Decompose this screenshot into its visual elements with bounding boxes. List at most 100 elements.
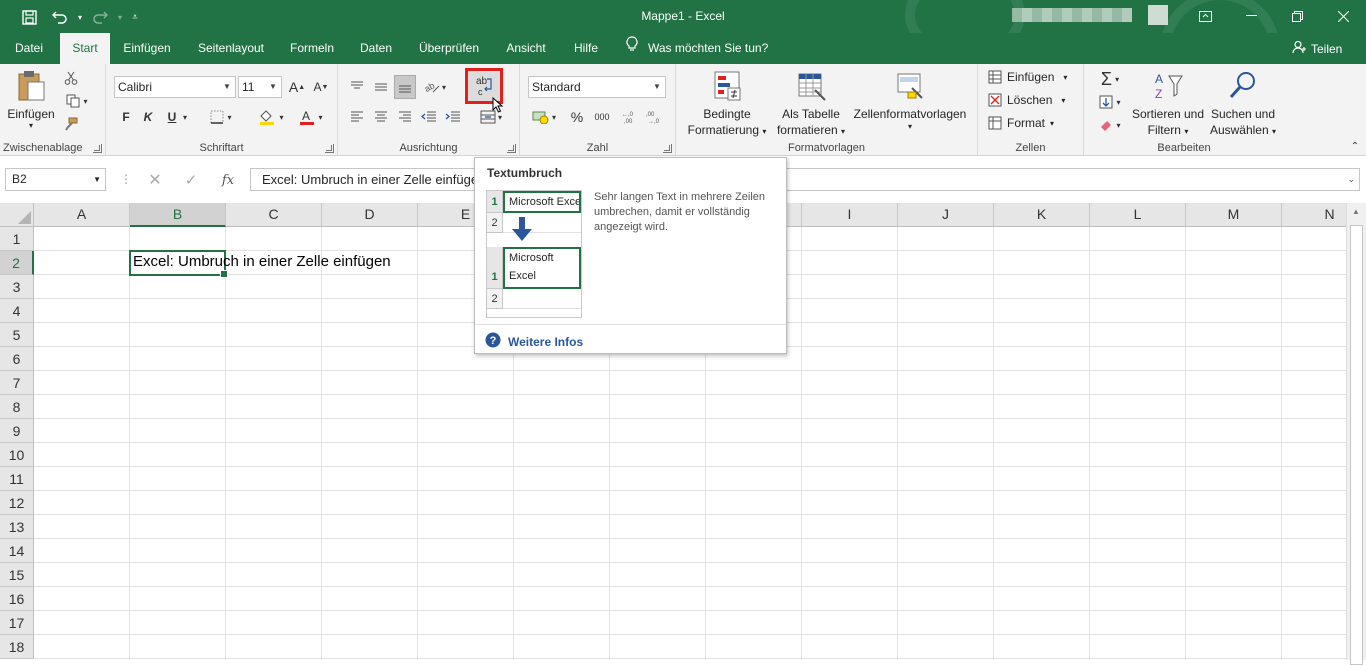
dialog-launcher-icon[interactable]	[325, 144, 334, 153]
format-painter-icon[interactable]	[62, 114, 80, 134]
column-header[interactable]: A	[34, 203, 130, 227]
paste-button[interactable]: Einfügen ▾	[6, 70, 56, 130]
scrollbar-thumb[interactable]	[1350, 225, 1363, 665]
increase-font-size-icon[interactable]: A ▲	[286, 77, 308, 97]
cell-styles-button[interactable]: Zellenformatvorlagen ▾	[848, 70, 972, 132]
share-button[interactable]: Teilen	[1292, 33, 1342, 64]
row-header[interactable]: 17	[0, 611, 34, 635]
dialog-launcher-icon[interactable]	[507, 144, 516, 153]
sort-filter-button[interactable]: AZ Sortieren und Filtern ▾	[1130, 70, 1206, 140]
decrease-indent-icon[interactable]	[418, 106, 440, 128]
align-middle-icon[interactable]	[370, 76, 392, 98]
font-size-dropdown[interactable]: 11 ▼	[238, 76, 282, 98]
accounting-format-icon[interactable]: ▾	[528, 106, 560, 128]
bold-button[interactable]: F	[118, 107, 134, 127]
tab-hilfe[interactable]: Hilfe	[564, 33, 608, 64]
fill-icon[interactable]: ▾	[1092, 92, 1128, 112]
find-select-button[interactable]: Suchen und Auswählen ▾	[1206, 70, 1280, 140]
conditional-formatting-button[interactable]: Bedingte Formatierung ▾	[682, 70, 772, 140]
dialog-launcher-icon[interactable]	[663, 144, 672, 153]
row-header[interactable]: 2	[0, 251, 34, 275]
insert-cells-button[interactable]: Einfügen ▾	[988, 70, 1067, 84]
clear-icon[interactable]: ▾	[1092, 115, 1128, 135]
row-header[interactable]: 4	[0, 299, 34, 323]
tell-me-search[interactable]: Was möchten Sie tun?	[626, 33, 768, 64]
cancel-entry-icon[interactable]: ✕	[144, 170, 166, 190]
align-top-icon[interactable]	[346, 76, 368, 98]
column-header[interactable]: C	[226, 203, 322, 227]
confirm-entry-icon[interactable]: ✓	[180, 170, 202, 190]
name-box[interactable]: B2 ▼	[5, 168, 106, 191]
expand-formula-icon[interactable]: ⌄	[1347, 169, 1355, 190]
row-header[interactable]: 7	[0, 371, 34, 395]
row-header[interactable]: 13	[0, 515, 34, 539]
column-header[interactable]: N	[1282, 203, 1346, 227]
dialog-launcher-icon[interactable]	[93, 144, 102, 153]
align-left-icon[interactable]	[346, 106, 368, 128]
collapse-ribbon-icon[interactable]: ⌃	[1348, 140, 1362, 152]
formula-input[interactable]: Excel: Umbruch in einer Zelle einfügen ⌄	[250, 168, 1360, 191]
tab-datei[interactable]: Datei	[6, 33, 52, 64]
tab-ansicht[interactable]: Ansicht	[496, 33, 556, 64]
close-icon[interactable]	[1330, 6, 1356, 26]
format-cells-button[interactable]: Format ▾	[988, 116, 1054, 130]
font-color-icon[interactable]: A ▾	[294, 107, 328, 127]
decrease-font-size-icon[interactable]: A ▼	[310, 77, 332, 97]
number-format-dropdown[interactable]: Standard ▼	[528, 76, 666, 98]
decrease-decimal-icon[interactable]: ,00 →,0	[644, 106, 666, 128]
row-header[interactable]: 8	[0, 395, 34, 419]
row-header[interactable]: 14	[0, 539, 34, 563]
autosum-icon[interactable]: Σ ▾	[1092, 69, 1128, 89]
thousands-separator-button[interactable]: 000	[590, 106, 614, 128]
tab-start[interactable]: Start	[60, 33, 110, 64]
fill-color-icon[interactable]: ▾	[254, 107, 288, 127]
row-header[interactable]: 3	[0, 275, 34, 299]
column-header[interactable]: I	[802, 203, 898, 227]
borders-icon[interactable]: ▾	[206, 107, 236, 127]
align-bottom-icon[interactable]	[394, 75, 416, 99]
orientation-icon[interactable]: ab ▾	[420, 76, 450, 98]
row-header[interactable]: 16	[0, 587, 34, 611]
format-as-table-button[interactable]: Als Tabelle formatieren ▾	[770, 70, 852, 140]
increase-indent-icon[interactable]	[442, 106, 464, 128]
column-header[interactable]: L	[1090, 203, 1186, 227]
tab-seitenlayout[interactable]: Seitenlayout	[188, 33, 274, 64]
select-all-corner[interactable]	[0, 203, 34, 227]
tab-formeln[interactable]: Formeln	[282, 33, 342, 64]
row-header[interactable]: 9	[0, 419, 34, 443]
increase-decimal-icon[interactable]: ←,0,00	[620, 106, 642, 128]
chevron-down-icon[interactable]: ▾	[180, 107, 190, 127]
tab-daten[interactable]: Daten	[350, 33, 402, 64]
column-header[interactable]: J	[898, 203, 994, 227]
insert-function-button[interactable]: fx	[216, 170, 240, 190]
column-header[interactable]: M	[1186, 203, 1282, 227]
tab-einfuegen[interactable]: Einfügen	[116, 33, 178, 64]
cut-icon[interactable]	[62, 68, 80, 88]
row-header[interactable]: 15	[0, 563, 34, 587]
row-header[interactable]: 1	[0, 227, 34, 251]
row-header[interactable]: 12	[0, 491, 34, 515]
row-header[interactable]: 6	[0, 347, 34, 371]
italic-button[interactable]: K	[140, 107, 156, 127]
delete-cells-button[interactable]: Löschen ▾	[988, 93, 1065, 107]
row-header[interactable]: 11	[0, 467, 34, 491]
percent-button[interactable]: %	[568, 106, 586, 128]
row-header[interactable]: 18	[0, 635, 34, 659]
row-header[interactable]: 5	[0, 323, 34, 347]
copy-icon[interactable]: ▾	[62, 91, 92, 111]
tab-ueberpruefen[interactable]: Überprüfen	[410, 33, 488, 64]
restore-icon[interactable]	[1284, 6, 1310, 26]
account-avatar[interactable]	[1148, 5, 1168, 25]
vertical-scrollbar[interactable]: ▲	[1346, 203, 1366, 665]
more-info-link[interactable]: ? Weitere Infos	[485, 332, 583, 351]
column-header[interactable]: B	[130, 203, 226, 227]
align-center-icon[interactable]	[370, 106, 392, 128]
align-right-icon[interactable]	[394, 106, 416, 128]
column-header[interactable]: D	[322, 203, 418, 227]
minimize-icon[interactable]	[1238, 6, 1264, 26]
column-header[interactable]: K	[994, 203, 1090, 227]
ribbon-display-options-icon[interactable]	[1192, 6, 1218, 26]
font-name-dropdown[interactable]: Calibri ▼	[114, 76, 236, 98]
row-header[interactable]: 10	[0, 443, 34, 467]
scroll-up-icon[interactable]: ▲	[1352, 207, 1360, 216]
